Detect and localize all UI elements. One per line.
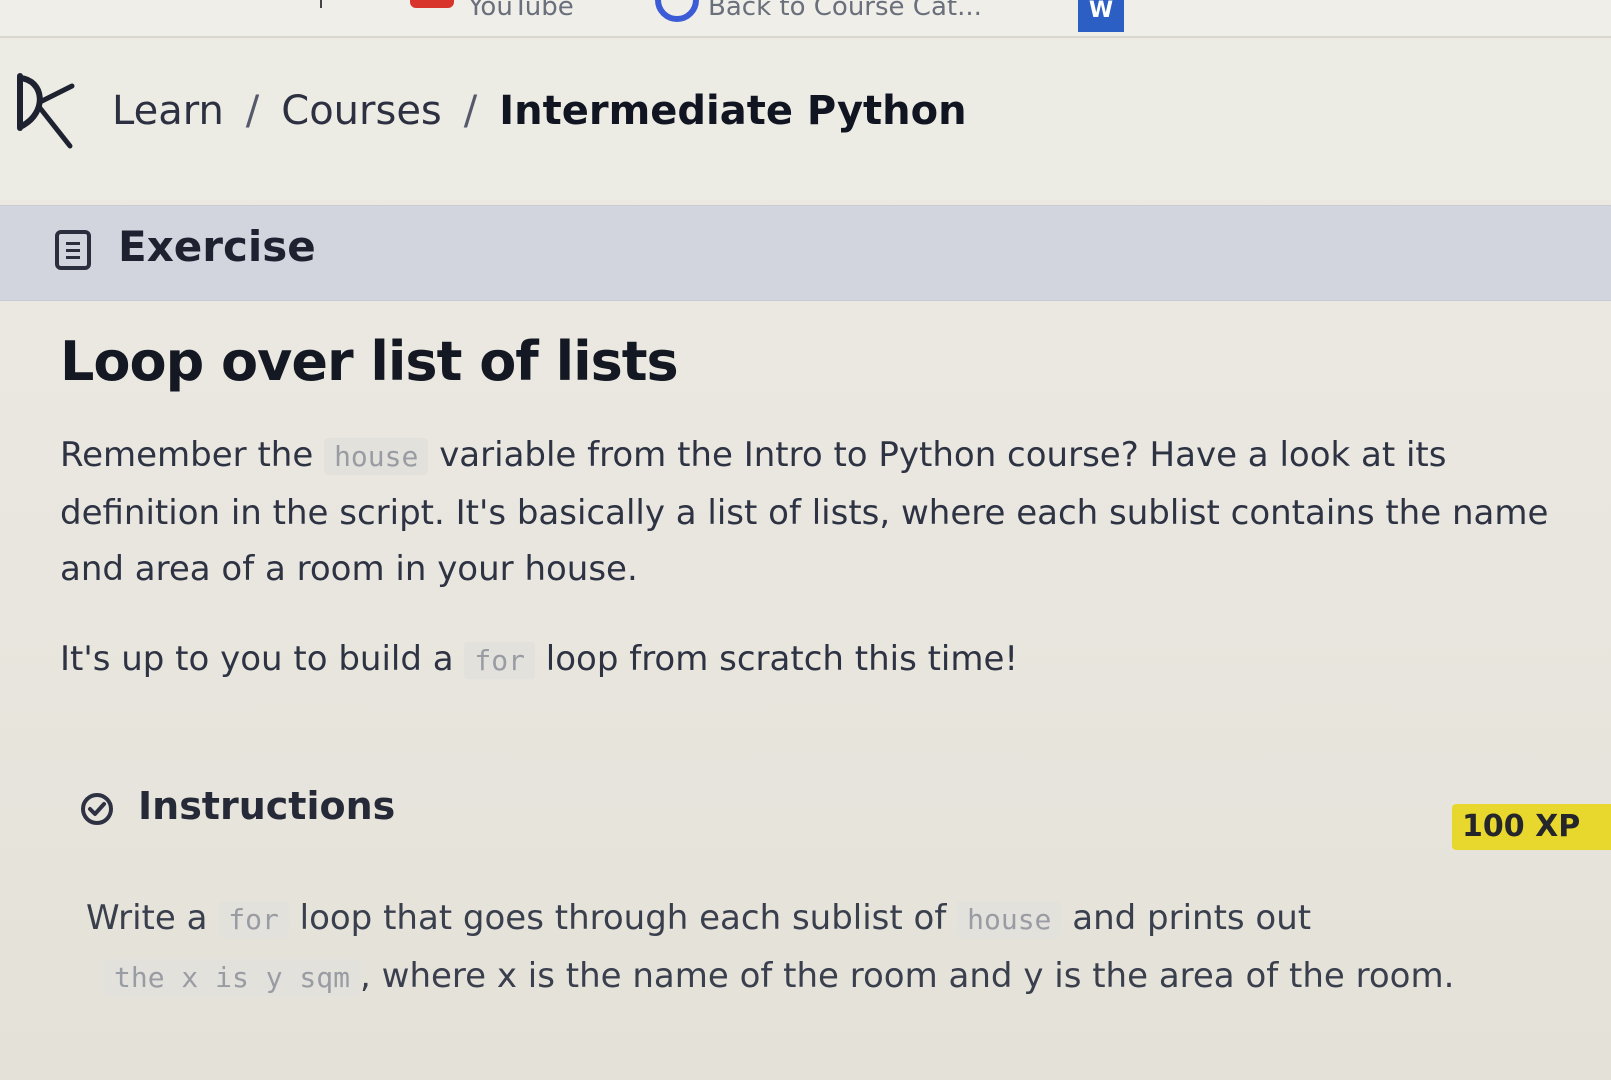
breadcrumb-current: Intermediate Python bbox=[499, 88, 967, 134]
inline-code: for bbox=[464, 642, 535, 679]
course-ring-icon[interactable] bbox=[655, 0, 699, 22]
word-icon-label: W bbox=[1088, 0, 1114, 23]
breadcrumb: Learn / Courses / Intermediate Python bbox=[112, 88, 967, 134]
exercise-label: Exercise bbox=[118, 222, 316, 271]
inline-code: the x is y sqm bbox=[104, 959, 361, 996]
exercise-paragraph-1: Remember the house variable from the Int… bbox=[60, 427, 1600, 597]
bookmarks-bar: YouTube Back to Course Cat... W bbox=[0, 0, 1611, 38]
inline-code: house bbox=[324, 438, 429, 475]
breadcrumb-separator: / bbox=[245, 88, 260, 134]
check-circle-icon bbox=[81, 793, 113, 825]
instructions-line: Write a for loop that goes through each … bbox=[86, 890, 1586, 948]
paragraph-text: Remember the bbox=[60, 435, 314, 475]
bookmark-youtube-label: YouTube bbox=[468, 0, 574, 22]
instructions-title: Instructions bbox=[138, 784, 396, 828]
bookmark-back-to-course-label: Back to Course Cat... bbox=[708, 0, 982, 22]
breadcrumb-separator: / bbox=[463, 88, 478, 134]
exercise-tab-band: Exercise bbox=[0, 205, 1611, 301]
document-icon bbox=[55, 230, 91, 270]
inline-code: for bbox=[218, 901, 289, 938]
xp-badge: 100 XP bbox=[1452, 804, 1611, 850]
instructions-line: the x is y sqm, where x is the name of t… bbox=[86, 948, 1586, 1006]
datacamp-logo-icon[interactable] bbox=[14, 72, 84, 152]
breadcrumb-courses[interactable]: Courses bbox=[281, 88, 442, 134]
instructions-header: Instructions 100 XP bbox=[0, 782, 1611, 854]
instructions-text-part: loop that goes through each sublist of bbox=[299, 898, 947, 938]
paragraph-text: It's up to you to build a bbox=[60, 639, 454, 679]
instructions-text: Write a for loop that goes through each … bbox=[86, 890, 1586, 1006]
paragraph-text: loop from scratch this time! bbox=[545, 639, 1019, 679]
exercise-paragraph-2: It's up to you to build a for loop from … bbox=[60, 631, 1600, 689]
instructions-text-part: , where x is the name of the room and y … bbox=[360, 956, 1455, 996]
bookmark-divider bbox=[320, 0, 322, 8]
inline-code: house bbox=[957, 901, 1062, 938]
bookmark-youtube[interactable]: YouTube bbox=[468, 0, 574, 22]
instructions-text-part: and prints out bbox=[1072, 898, 1312, 938]
page: YouTube Back to Course Cat... W Learn / … bbox=[0, 0, 1611, 1080]
exercise-heading: Loop over list of lists bbox=[60, 330, 679, 393]
breadcrumb-learn[interactable]: Learn bbox=[112, 88, 224, 134]
exercise-content: Loop over list of lists Remember the hou… bbox=[60, 330, 1600, 723]
bookmark-back-to-course[interactable]: Back to Course Cat... bbox=[708, 0, 982, 22]
instructions-text-part: Write a bbox=[86, 898, 208, 938]
word-icon[interactable]: W bbox=[1078, 0, 1124, 32]
youtube-icon[interactable] bbox=[410, 0, 454, 8]
